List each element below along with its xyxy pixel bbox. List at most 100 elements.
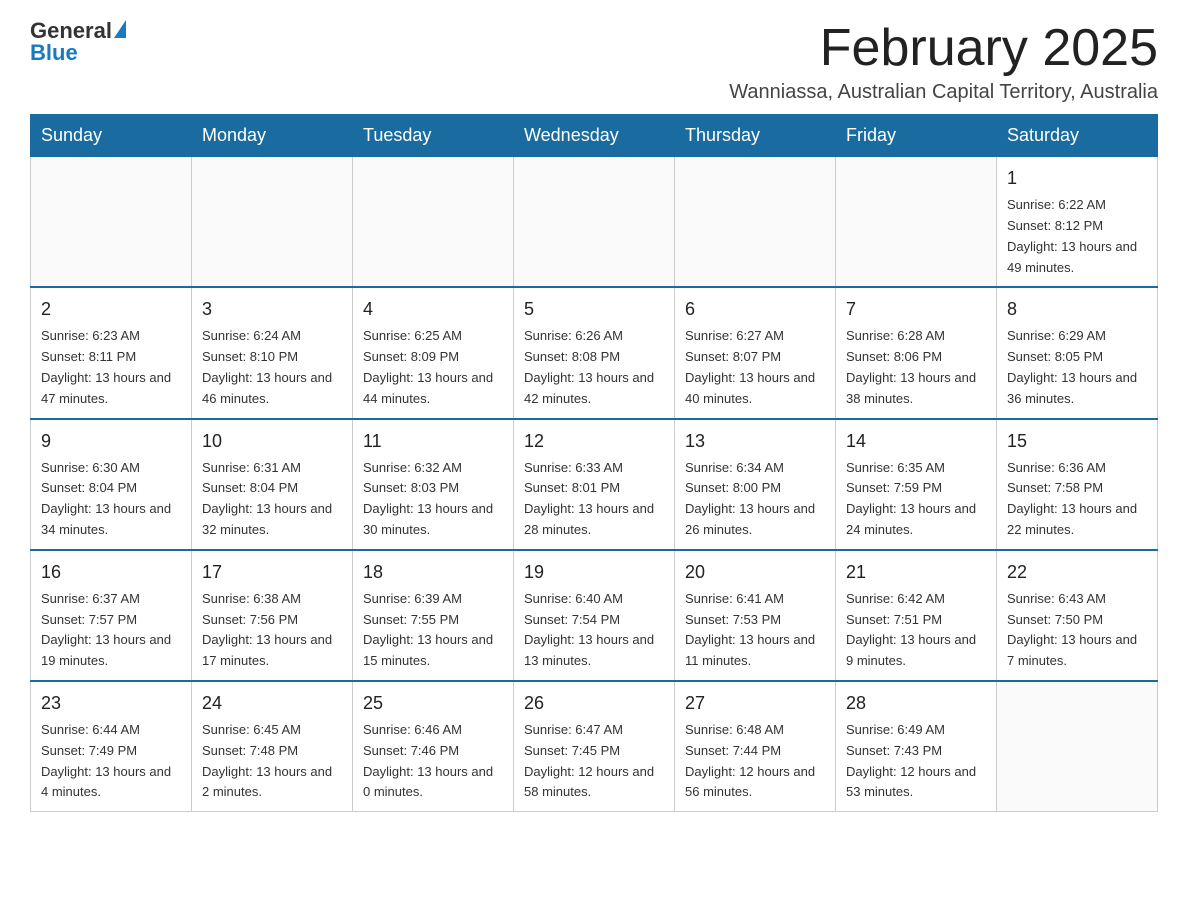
day-info: Sunrise: 6:27 AM Sunset: 8:07 PM Dayligh… [685,326,825,409]
day-number: 17 [202,559,342,586]
day-number: 9 [41,428,181,455]
table-row: 16 Sunrise: 6:37 AM Sunset: 7:57 PM Dayli… [31,550,192,681]
table-row: 11Sunrise: 6:32 AM Sunset: 8:03 PM Dayli… [353,419,514,550]
day-info: Sunrise: 6:35 AM Sunset: 7:59 PM Dayligh… [846,458,986,541]
table-row: 12 Sunrise: 6:33 AM Sunset: 8:01 PM Dayli… [514,419,675,550]
table-row: 5 Sunrise: 6:26 AM Sunset: 8:08 PM Daylig… [514,287,675,418]
table-row: 1 Sunrise: 6:22 AM Sunset: 8:12 PM Daylig… [997,157,1158,288]
day-info: Sunrise: 6:48 AM Sunset: 7:44 PM Dayligh… [685,720,825,803]
day-number: 3 [202,296,342,323]
day-info: Sunrise: 6:30 AM Sunset: 8:04 PM Dayligh… [41,458,181,541]
logo-blue-text: Blue [30,40,78,65]
table-row: 14 Sunrise: 6:35 AM Sunset: 7:59 PM Dayli… [836,419,997,550]
day-info: Sunrise: 6:46 AM Sunset: 7:46 PM Dayligh… [363,720,503,803]
header-sunday: Sunday [31,115,192,157]
day-number: 25 [363,690,503,717]
calendar-week-row: 9 Sunrise: 6:30 AM Sunset: 8:04 PM Daylig… [31,419,1158,550]
table-row: 6 Sunrise: 6:27 AM Sunset: 8:07 PM Daylig… [675,287,836,418]
day-info: Sunrise: 6:31 AM Sunset: 8:04 PM Dayligh… [202,458,342,541]
day-info: Sunrise: 6:23 AM Sunset: 8:11 PM Dayligh… [41,326,181,409]
location-subtitle: Wanniassa, Australian Capital Territory,… [729,81,1158,104]
day-number: 22 [1007,559,1147,586]
day-number: 18 [363,559,503,586]
table-row [31,157,192,288]
day-number: 24 [202,690,342,717]
table-row: 22 Sunrise: 6:43 AM Sunset: 7:50 PM Dayli… [997,550,1158,681]
table-row [836,157,997,288]
calendar-week-row: 16 Sunrise: 6:37 AM Sunset: 7:57 PM Dayli… [31,550,1158,681]
header-thursday: Thursday [675,115,836,157]
day-info: Sunrise: 6:24 AM Sunset: 8:10 PM Dayligh… [202,326,342,409]
table-row: 7 Sunrise: 6:28 AM Sunset: 8:06 PM Daylig… [836,287,997,418]
day-info: Sunrise: 6:49 AM Sunset: 7:43 PM Dayligh… [846,720,986,803]
table-row [675,157,836,288]
table-row: 10 Sunrise: 6:31 AM Sunset: 8:04 PM Dayli… [192,419,353,550]
table-row: 15 Sunrise: 6:36 AM Sunset: 7:58 PM Dayli… [997,419,1158,550]
table-row: 17Sunrise: 6:38 AM Sunset: 7:56 PM Dayli… [192,550,353,681]
table-row: 28 Sunrise: 6:49 AM Sunset: 7:43 PM Dayli… [836,681,997,812]
day-number: 21 [846,559,986,586]
day-number: 20 [685,559,825,586]
table-row: 4Sunrise: 6:25 AM Sunset: 8:09 PM Daylig… [353,287,514,418]
header-monday: Monday [192,115,353,157]
day-info: Sunrise: 6:29 AM Sunset: 8:05 PM Dayligh… [1007,326,1147,409]
day-info: Sunrise: 6:22 AM Sunset: 8:12 PM Dayligh… [1007,195,1147,278]
table-row: 20 Sunrise: 6:41 AM Sunset: 7:53 PM Dayli… [675,550,836,681]
day-number: 15 [1007,428,1147,455]
day-number: 13 [685,428,825,455]
header-friday: Friday [836,115,997,157]
table-row: 2 Sunrise: 6:23 AM Sunset: 8:11 PM Daylig… [31,287,192,418]
table-row: 25 Sunrise: 6:46 AM Sunset: 7:46 PM Dayli… [353,681,514,812]
day-number: 14 [846,428,986,455]
day-number: 6 [685,296,825,323]
day-number: 1 [1007,165,1147,192]
table-row [353,157,514,288]
calendar-week-row: 2 Sunrise: 6:23 AM Sunset: 8:11 PM Daylig… [31,287,1158,418]
day-info: Sunrise: 6:41 AM Sunset: 7:53 PM Dayligh… [685,589,825,672]
day-number: 4 [363,296,503,323]
day-number: 12 [524,428,664,455]
calendar-header-row: Sunday Monday Tuesday Wednesday Thursday… [31,115,1158,157]
day-info: Sunrise: 6:43 AM Sunset: 7:50 PM Dayligh… [1007,589,1147,672]
day-number: 28 [846,690,986,717]
logo-general-text: General [30,20,112,42]
day-number: 23 [41,690,181,717]
logo-triangle-icon [114,20,126,38]
day-number: 10 [202,428,342,455]
day-info: Sunrise: 6:28 AM Sunset: 8:06 PM Dayligh… [846,326,986,409]
logo: General Blue [30,20,126,64]
table-row: 26 Sunrise: 6:47 AM Sunset: 7:45 PM Dayli… [514,681,675,812]
day-info: Sunrise: 6:36 AM Sunset: 7:58 PM Dayligh… [1007,458,1147,541]
table-row: 27 Sunrise: 6:48 AM Sunset: 7:44 PM Dayli… [675,681,836,812]
day-number: 19 [524,559,664,586]
table-row: 9 Sunrise: 6:30 AM Sunset: 8:04 PM Daylig… [31,419,192,550]
day-info: Sunrise: 6:39 AM Sunset: 7:55 PM Dayligh… [363,589,503,672]
day-info: Sunrise: 6:26 AM Sunset: 8:08 PM Dayligh… [524,326,664,409]
day-info: Sunrise: 6:37 AM Sunset: 7:57 PM Dayligh… [41,589,181,672]
day-number: 5 [524,296,664,323]
header-tuesday: Tuesday [353,115,514,157]
header-wednesday: Wednesday [514,115,675,157]
page-header: General Blue February 2025 Wanniassa, Au… [30,20,1158,104]
day-number: 26 [524,690,664,717]
table-row: 23Sunrise: 6:44 AM Sunset: 7:49 PM Dayli… [31,681,192,812]
day-info: Sunrise: 6:40 AM Sunset: 7:54 PM Dayligh… [524,589,664,672]
day-info: Sunrise: 6:33 AM Sunset: 8:01 PM Dayligh… [524,458,664,541]
table-row: 18 Sunrise: 6:39 AM Sunset: 7:55 PM Dayli… [353,550,514,681]
title-block: February 2025 Wanniassa, Australian Capi… [729,20,1158,104]
table-row [192,157,353,288]
calendar-week-row: 1 Sunrise: 6:22 AM Sunset: 8:12 PM Daylig… [31,157,1158,288]
day-number: 16 [41,559,181,586]
day-info: Sunrise: 6:47 AM Sunset: 7:45 PM Dayligh… [524,720,664,803]
header-saturday: Saturday [997,115,1158,157]
day-number: 2 [41,296,181,323]
day-number: 7 [846,296,986,323]
calendar-week-row: 23Sunrise: 6:44 AM Sunset: 7:49 PM Dayli… [31,681,1158,812]
table-row: 8Sunrise: 6:29 AM Sunset: 8:05 PM Daylig… [997,287,1158,418]
day-info: Sunrise: 6:32 AM Sunset: 8:03 PM Dayligh… [363,458,503,541]
day-number: 27 [685,690,825,717]
table-row: 24Sunrise: 6:45 AM Sunset: 7:48 PM Dayli… [192,681,353,812]
table-row: 3 Sunrise: 6:24 AM Sunset: 8:10 PM Daylig… [192,287,353,418]
calendar-table: Sunday Monday Tuesday Wednesday Thursday… [30,114,1158,812]
table-row: 13Sunrise: 6:34 AM Sunset: 8:00 PM Dayli… [675,419,836,550]
